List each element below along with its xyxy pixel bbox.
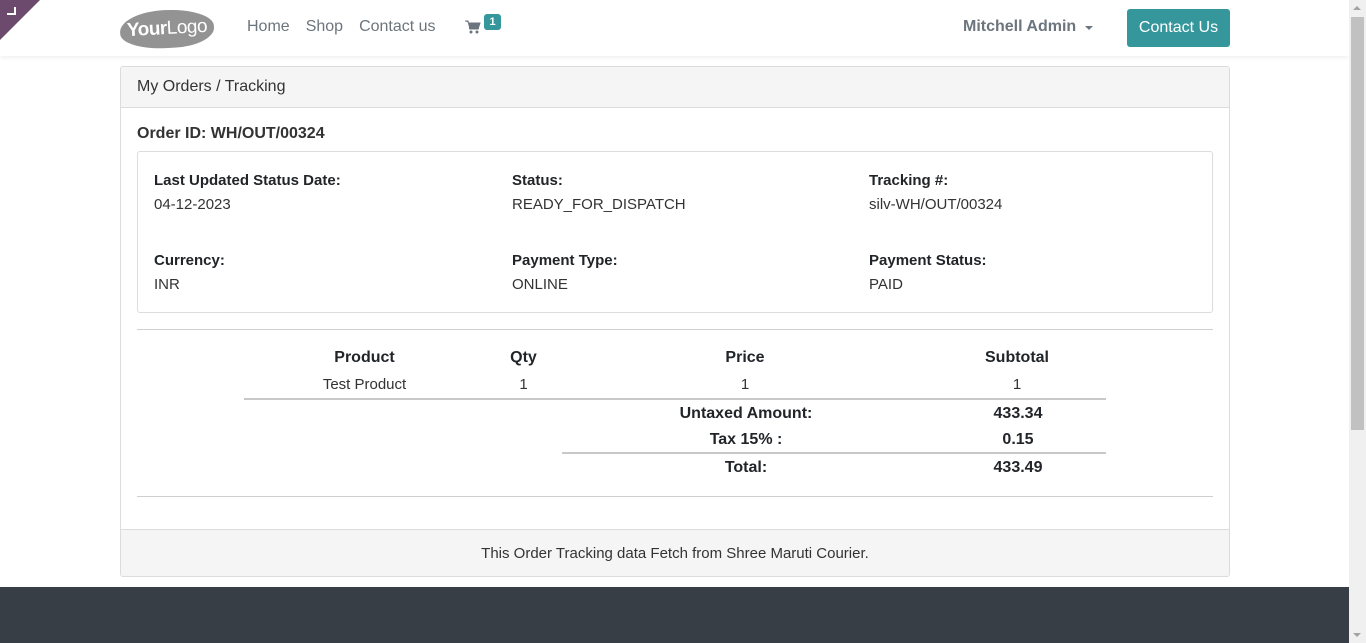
edit-mode-corner[interactable]	[0, 0, 40, 40]
info-payment-type: Payment Type: ONLINE	[512, 252, 842, 293]
table-row: Test Product 1 1 1	[244, 371, 1106, 397]
card-footer-note: This Order Tracking data Fetch from Shre…	[121, 529, 1229, 576]
vertical-scrollbar[interactable]	[1349, 0, 1366, 643]
logo[interactable]: Your Logo	[119, 7, 215, 51]
order-info-box: Last Updated Status Date: 04-12-2023 Sta…	[137, 151, 1213, 313]
page-footer	[0, 587, 1349, 643]
info-value: silv-WH/OUT/00324	[869, 196, 1003, 213]
scrollbar-thumb[interactable]	[1351, 17, 1364, 430]
info-label: Payment Type:	[512, 252, 618, 269]
main-nav: Home Shop Contact us	[247, 18, 436, 36]
breadcrumb: My Orders / Tracking	[121, 67, 1229, 108]
nav-home[interactable]: Home	[247, 18, 290, 36]
cell-product: Test Product	[322, 375, 407, 393]
page: Your Logo Home Shop Contact us 1 Mitchell…	[0, 0, 1349, 643]
tax-value: 0.15	[1002, 431, 1034, 448]
col-price: Price	[725, 349, 765, 366]
cart-count-badge: 1	[484, 14, 501, 30]
divider	[137, 329, 1213, 330]
top-navbar: Your Logo Home Shop Contact us 1 Mitchell…	[0, 0, 1349, 56]
info-label: Payment Status:	[869, 252, 987, 269]
col-product: Product	[334, 349, 395, 366]
info-value: INR	[154, 276, 180, 293]
logo-bold-text: Your	[126, 18, 168, 42]
order-id: Order ID: WH/OUT/00324	[137, 125, 325, 142]
untaxed-label: Untaxed Amount:	[679, 405, 813, 422]
info-label: Tracking #:	[869, 172, 949, 189]
cell-qty: 1	[519, 375, 528, 393]
info-status: Status: READY_FOR_DISPATCH	[512, 172, 842, 213]
col-qty: Qty	[510, 349, 537, 366]
tax-label: Tax 15% :	[709, 431, 783, 448]
info-payment-status: Payment Status: PAID	[869, 252, 1199, 293]
total-value: 433.49	[993, 459, 1043, 476]
cell-price: 1	[740, 375, 750, 393]
table-header-row: Product Qty Price Subtotal	[244, 345, 1106, 371]
shopping-cart-icon[interactable]	[465, 19, 481, 35]
untaxed-value: 433.34	[993, 405, 1043, 422]
info-label: Status:	[512, 172, 563, 189]
info-last-updated: Last Updated Status Date: 04-12-2023	[154, 172, 484, 213]
cell-subtotal: 1	[1012, 375, 1022, 393]
info-label: Currency:	[154, 252, 225, 269]
scroll-up-arrow-icon[interactable]	[1353, 6, 1361, 10]
info-label: Last Updated Status Date:	[154, 172, 341, 189]
order-tracking-card: My Orders / Tracking Order ID: WH/OUT/00…	[120, 66, 1230, 577]
corner-arrow-icon	[7, 7, 16, 15]
caret-down-icon	[1085, 26, 1094, 30]
nav-contact-us[interactable]: Contact us	[359, 18, 435, 36]
info-value: PAID	[869, 276, 903, 293]
info-currency: Currency: INR	[154, 252, 484, 293]
user-name: Mitchell Admin	[963, 18, 1077, 35]
info-value: READY_FOR_DISPATCH	[512, 196, 686, 213]
table-divider	[244, 398, 1106, 400]
divider	[137, 496, 1213, 497]
scroll-down-arrow-icon[interactable]	[1353, 633, 1361, 637]
total-label: Total:	[724, 459, 768, 476]
logo-light-text: Logo	[166, 15, 208, 39]
contact-us-button[interactable]: Contact Us	[1127, 9, 1230, 47]
info-value: ONLINE	[512, 276, 568, 293]
info-tracking-number: Tracking #: silv-WH/OUT/00324	[869, 172, 1199, 213]
nav-shop[interactable]: Shop	[306, 18, 343, 36]
totals-divider	[562, 452, 1106, 454]
info-value: 04-12-2023	[154, 196, 231, 213]
order-lines-table: Product Qty Price Subtotal Test Product …	[244, 345, 1106, 397]
user-menu-dropdown[interactable]: Mitchell Admin	[963, 18, 1094, 36]
col-subtotal: Subtotal	[985, 349, 1049, 366]
